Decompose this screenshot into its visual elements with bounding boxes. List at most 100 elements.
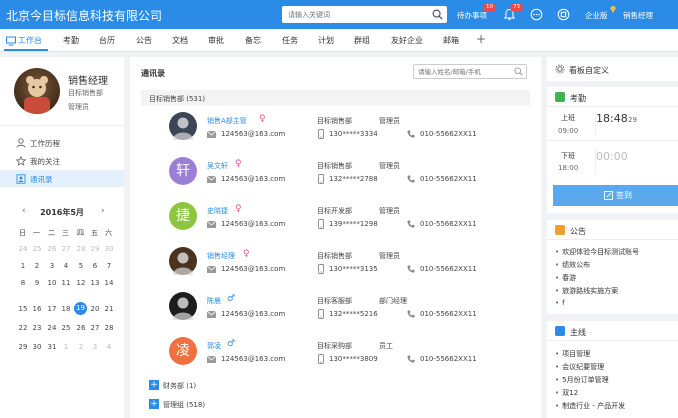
- list-item[interactable]: 项目管理: [555, 349, 590, 359]
- contact-avatar[interactable]: 捷: [169, 202, 197, 230]
- contact-avatar[interactable]: 凌: [169, 337, 197, 365]
- contact-row[interactable]: 销售经理 ♀ 124563@163.com 目标销售部 130*****3135 管理员 0…: [141, 243, 530, 286]
- expand-icon[interactable]: +: [149, 399, 159, 409]
- list-item[interactable]: 会议纪要管理: [555, 362, 604, 372]
- chat-icon[interactable]: [530, 8, 543, 21]
- calendar-day[interactable]: 22: [16, 324, 30, 332]
- contact-avatar[interactable]: [169, 112, 197, 140]
- sign-in-button[interactable]: 签到: [553, 185, 678, 206]
- calendar-day[interactable]: 4: [102, 343, 116, 351]
- calendar-day[interactable]: 27: [59, 245, 73, 253]
- group-header-sales[interactable]: 目标销售部 (531): [141, 90, 530, 106]
- expand-icon[interactable]: +: [149, 380, 159, 390]
- tab-notice[interactable]: 公告: [136, 35, 152, 46]
- calendar-day[interactable]: 14: [102, 279, 116, 287]
- calendar-day[interactable]: 29: [16, 343, 30, 351]
- tab-partner[interactable]: 友好企业: [391, 35, 423, 46]
- enterprise-link[interactable]: 企业版: [585, 10, 608, 21]
- app-icon[interactable]: [557, 8, 570, 21]
- list-item[interactable]: f: [555, 299, 564, 307]
- gear-icon[interactable]: [555, 64, 565, 74]
- tab-attendance[interactable]: 考勤: [63, 35, 79, 46]
- calendar-day[interactable]: 28: [102, 324, 116, 332]
- list-item[interactable]: 欢迎体验今目标测试账号: [555, 247, 639, 257]
- list-item[interactable]: 春游: [555, 273, 576, 283]
- menu-item-follow[interactable]: 我的关注: [0, 152, 124, 169]
- tab-group[interactable]: 群组: [354, 35, 370, 46]
- calendar-day[interactable]: 25: [59, 324, 73, 332]
- calendar-day[interactable]: 9: [30, 279, 44, 287]
- contacts-search[interactable]: [413, 64, 527, 79]
- contacts-search-input[interactable]: [414, 65, 510, 78]
- calendar-day[interactable]: 27: [88, 324, 102, 332]
- calendar-day[interactable]: 24: [45, 324, 59, 332]
- list-item[interactable]: 绩效公布: [555, 260, 590, 270]
- calendar-day[interactable]: 10: [45, 279, 59, 287]
- contact-mail[interactable]: 124563@163.com: [221, 355, 285, 363]
- contact-name[interactable]: 陈晨: [207, 296, 221, 306]
- contact-avatar[interactable]: [169, 292, 197, 320]
- contact-mail[interactable]: 124563@163.com: [221, 130, 285, 138]
- calendar-day[interactable]: 31: [45, 343, 59, 351]
- calendar-day[interactable]: 4: [59, 262, 73, 270]
- group-header-collapsed[interactable]: + 管理组 (518): [141, 396, 530, 412]
- contact-avatar[interactable]: [169, 247, 197, 275]
- menu-item-history[interactable]: 工作历程: [0, 134, 124, 151]
- contact-row[interactable]: 捷史晓捷 ♀ 124563@163.com 目标开发部 139*****1298 管理员 0…: [141, 198, 530, 241]
- search-icon[interactable]: [432, 9, 443, 20]
- add-tab-icon[interactable]: +: [476, 32, 486, 46]
- calendar-day[interactable]: 17: [45, 305, 59, 313]
- tab-task[interactable]: 任务: [282, 35, 298, 46]
- calendar-day[interactable]: 16: [30, 305, 44, 313]
- menu-item-contacts[interactable]: 通讯录: [0, 170, 124, 187]
- calendar-day[interactable]: 26: [74, 324, 88, 332]
- tab-plan[interactable]: 计划: [318, 35, 334, 46]
- search-icon[interactable]: [514, 67, 523, 76]
- calendar-day[interactable]: 11: [59, 279, 73, 287]
- calendar-day[interactable]: 25: [30, 245, 44, 253]
- contact-row[interactable]: 陈晨 ♂ 124563@163.com 目标客服部 132*****5216 部门经理 01…: [141, 288, 530, 331]
- tab-memo[interactable]: 备忘: [245, 35, 261, 46]
- contact-row[interactable]: 销售A部主管 ♀ 124563@163.com 目标销售部 130*****3334 管理…: [141, 108, 530, 151]
- user-menu[interactable]: 销售经理: [623, 10, 653, 21]
- contact-mail[interactable]: 124563@163.com: [221, 220, 285, 228]
- calendar-day[interactable]: 24: [16, 245, 30, 253]
- list-item[interactable]: 双12: [555, 388, 578, 398]
- calendar-day[interactable]: 30: [30, 343, 44, 351]
- global-search[interactable]: [282, 6, 447, 23]
- calendar-day[interactable]: 18: [59, 305, 73, 313]
- contact-avatar[interactable]: 轩: [169, 157, 197, 185]
- list-item[interactable]: 制造行业 - 产品开发: [555, 401, 625, 411]
- contact-row[interactable]: 凌郭凌 ♂ 124563@163.com 目标采购部 130*****3809 员工 010…: [141, 333, 530, 376]
- contact-name[interactable]: 郭凌: [207, 341, 221, 351]
- calendar-day[interactable]: 5: [74, 262, 88, 270]
- search-input[interactable]: [282, 6, 422, 23]
- tab-approval[interactable]: 审批: [208, 35, 224, 46]
- calendar-day[interactable]: 13: [88, 279, 102, 287]
- tab-workbench[interactable]: 工作台: [18, 35, 42, 46]
- calendar-day[interactable]: 7: [102, 262, 116, 270]
- calendar-day[interactable]: 8: [16, 279, 30, 287]
- calendar-day[interactable]: 3: [88, 343, 102, 351]
- tab-mail[interactable]: 邮箱: [443, 35, 459, 46]
- calendar-next-button[interactable]: ›: [101, 206, 105, 216]
- contact-name[interactable]: 销售经理: [207, 251, 235, 261]
- tab-docs[interactable]: 文档: [172, 35, 188, 46]
- profile-avatar[interactable]: [14, 68, 60, 114]
- contact-mail[interactable]: 124563@163.com: [221, 310, 285, 318]
- calendar-day[interactable]: 15: [16, 305, 30, 313]
- calendar-day[interactable]: 1: [59, 343, 73, 351]
- calendar-day[interactable]: 26: [45, 245, 59, 253]
- calendar-day[interactable]: 28: [74, 245, 88, 253]
- calendar-day[interactable]: 1: [16, 262, 30, 270]
- contact-name[interactable]: 吴文轩: [207, 161, 228, 171]
- calendar-day[interactable]: 6: [88, 262, 102, 270]
- calendar-day[interactable]: 21: [102, 305, 116, 313]
- contact-mail[interactable]: 124563@163.com: [221, 265, 285, 273]
- calendar-day[interactable]: 29: [88, 245, 102, 253]
- tab-calendar[interactable]: 台历: [99, 35, 115, 46]
- list-item[interactable]: 旅游路线实施方案: [555, 286, 618, 296]
- contact-mail[interactable]: 124563@163.com: [221, 175, 285, 183]
- calendar-day[interactable]: 3: [45, 262, 59, 270]
- calendar-day[interactable]: 2: [74, 343, 88, 351]
